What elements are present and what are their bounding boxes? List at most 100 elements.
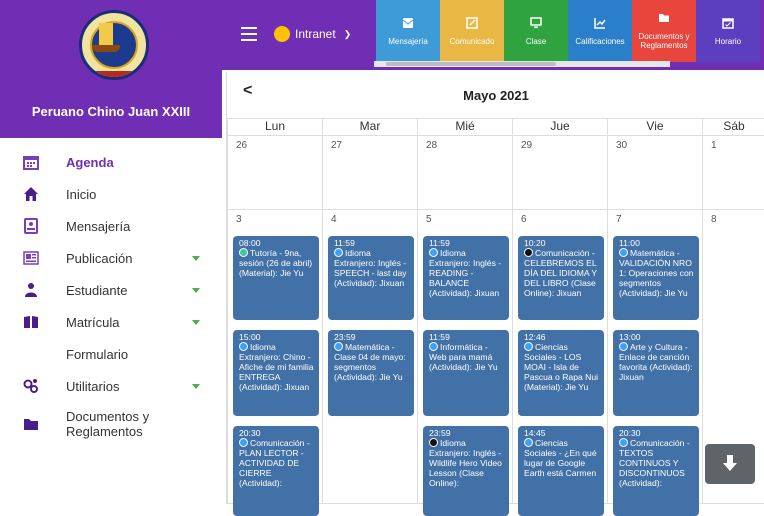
event-status-icon	[524, 248, 533, 257]
day-number: 7	[616, 214, 622, 225]
calendar-event[interactable]: 11:59 Idioma Extranjero: Inglés - SPEECH …	[328, 236, 414, 320]
publication-icon	[23, 251, 39, 265]
module-tab-label: Clase	[525, 36, 547, 46]
schedule-icon	[722, 17, 734, 32]
event-time: 23:59	[334, 332, 356, 342]
sidebar-item-formulario[interactable]: Formulario	[0, 338, 222, 370]
day-number: 5	[426, 214, 432, 225]
sidebar-item-publicacion[interactable]: Publicación	[0, 242, 222, 274]
monitor-icon	[530, 16, 542, 32]
day-number: 30	[616, 140, 628, 151]
event-time: 20:30	[619, 428, 641, 438]
day-number: 29	[521, 140, 533, 151]
module-tab[interactable]: Documentos y Reglamentos	[632, 0, 696, 62]
calendar-event[interactable]: 23:59 Matemática - Clase 04 de mayo: segm…	[328, 330, 414, 416]
sidebar-item-label: Matrícula	[66, 314, 120, 330]
day-number: 26	[236, 140, 248, 151]
event-time: 15:00	[239, 332, 261, 342]
student-icon	[25, 283, 37, 297]
module-tab-label: Mensajería	[388, 36, 428, 46]
module-tab[interactable]: Horario	[696, 0, 760, 62]
calendar-event[interactable]: 14:45 Ciencias Sociales - ¿En qué lugar d…	[518, 426, 604, 516]
day-header: Jue	[512, 118, 607, 136]
event-title: Comunicación - CELEBREMOS EL DÍA DEL IDI…	[524, 248, 597, 298]
event-title: Informática - Web para mamá (Actividad):…	[429, 342, 498, 372]
event-status-icon	[239, 248, 248, 257]
sidebar-item-label: Formulario	[66, 346, 129, 362]
sidebar-item-label: Mensajería	[66, 218, 131, 234]
day-cell[interactable]: 1	[702, 136, 764, 210]
event-status-icon	[524, 342, 533, 351]
event-status-icon	[429, 342, 438, 351]
sidebar-item-estudiante[interactable]: Estudiante	[0, 274, 222, 306]
module-tab-label: Comunicado	[449, 36, 495, 46]
event-title: Idioma Extranjero: Inglés - SPEECH - las…	[334, 248, 407, 288]
event-time: 08:00	[239, 238, 261, 248]
event-time: 20:30	[239, 428, 261, 438]
event-title: Matemática - Clase 04 de mayo: segmentos…	[334, 342, 406, 382]
calendar-icon	[23, 156, 39, 170]
calendar-event[interactable]: 20:30 Comunicación - PLAN LECTOR - ACTIVI…	[233, 426, 319, 516]
calendar-event[interactable]: 12:46 Ciencias Sociales - LOS MOAI - Isla…	[518, 330, 604, 416]
event-status-icon	[429, 438, 438, 447]
sidebar-item-matricula[interactable]: Matrícula	[0, 306, 222, 338]
calendar-event[interactable]: 11:59 Informática - Web para mamá (Activi…	[423, 330, 509, 416]
day-number: 8	[711, 214, 717, 225]
module-tab-label: Horario	[714, 36, 742, 46]
event-time: 10:20	[524, 238, 546, 248]
event-time: 12:46	[524, 332, 546, 342]
event-time: 13:00	[619, 332, 641, 342]
chevron-down-icon	[192, 256, 200, 261]
module-scrollbar[interactable]	[374, 61, 670, 67]
day-number: 1	[711, 140, 717, 151]
calendar-event[interactable]: 10:20 Comunicación - CELEBREMOS EL DÍA DE…	[518, 236, 604, 320]
sidebar-item-utilitarios[interactable]: Utilitarios	[0, 370, 222, 402]
calendar-event[interactable]: 13:00 Arte y Cultura - Enlace de canción …	[613, 330, 699, 416]
sidebar-header: Peruano Chino Juan XXIII	[0, 0, 222, 138]
menu-toggle-icon[interactable]	[241, 27, 257, 41]
chevron-down-icon	[192, 384, 200, 389]
day-cell[interactable]: 26	[227, 136, 322, 210]
sidebar-item-inicio[interactable]: Inicio	[0, 178, 222, 210]
calendar-event[interactable]: 20:30 Comunicación - TEXTOS CONTINUOS Y D…	[613, 426, 699, 516]
edit-icon	[466, 16, 478, 32]
event-title: Idioma Extranjero: Inglés - READING - BA…	[429, 248, 502, 298]
event-title: Idioma Extranjero: Inglés - Wildlife Her…	[429, 438, 502, 488]
calendar-event[interactable]: 11:59 Idioma Extranjero: Inglés - READING…	[423, 236, 509, 320]
day-header: Lun	[227, 118, 322, 136]
event-title: Comunicación - TEXTOS CONTINUOS Y DISCON…	[619, 438, 690, 488]
event-status-icon	[334, 248, 343, 257]
day-cell[interactable]: 29	[512, 136, 607, 210]
download-button[interactable]	[705, 444, 755, 484]
module-tab[interactable]: Clase	[504, 0, 568, 62]
day-number: 28	[426, 140, 438, 151]
event-time: 11:59	[429, 238, 450, 248]
module-tab[interactable]: Mensajería	[376, 0, 440, 62]
calendar-header: < Mayo 2021	[227, 72, 764, 118]
enrollment-icon	[24, 316, 38, 328]
envelope-icon	[402, 17, 414, 32]
day-cell[interactable]: 30	[607, 136, 702, 210]
sidebar-item-mensajeria[interactable]: Mensajería	[0, 210, 222, 242]
event-status-icon	[619, 248, 628, 257]
message-icon	[24, 218, 38, 234]
day-header: Mié	[417, 118, 512, 136]
calendar-event[interactable]: 11:00 Matemática - VALIDACIÓN NRO 1: Oper…	[613, 236, 699, 320]
sidebar: Peruano Chino Juan XXIII Agenda Inicio M…	[0, 0, 222, 504]
portal-selector[interactable]: Intranet ❯	[274, 26, 351, 42]
module-tab[interactable]: Comunicado	[440, 0, 504, 62]
day-cell[interactable]: 28	[417, 136, 512, 210]
calendar-event[interactable]: 23:59 Idioma Extranjero: Inglés - Wildlif…	[423, 426, 509, 516]
sidebar-item-agenda[interactable]: Agenda	[0, 146, 222, 178]
day-header: Sáb	[702, 118, 764, 136]
day-number: 27	[331, 140, 343, 151]
sidebar-item-documentos[interactable]: Documentos y Reglamentos	[0, 402, 222, 446]
day-cell[interactable]: 27	[322, 136, 417, 210]
event-time: 11:59	[334, 238, 355, 248]
chevron-down-icon	[192, 320, 200, 325]
folder-icon	[658, 12, 670, 27]
event-time: 14:45	[524, 428, 546, 438]
module-tab[interactable]: Calificaciones	[568, 0, 632, 62]
calendar-event[interactable]: 15:00 Idioma Extranjero: Chino - Afiche d…	[233, 330, 319, 416]
calendar-event[interactable]: 08:00 Tutoría - 9na, sesión (26 de abril)…	[233, 236, 319, 320]
